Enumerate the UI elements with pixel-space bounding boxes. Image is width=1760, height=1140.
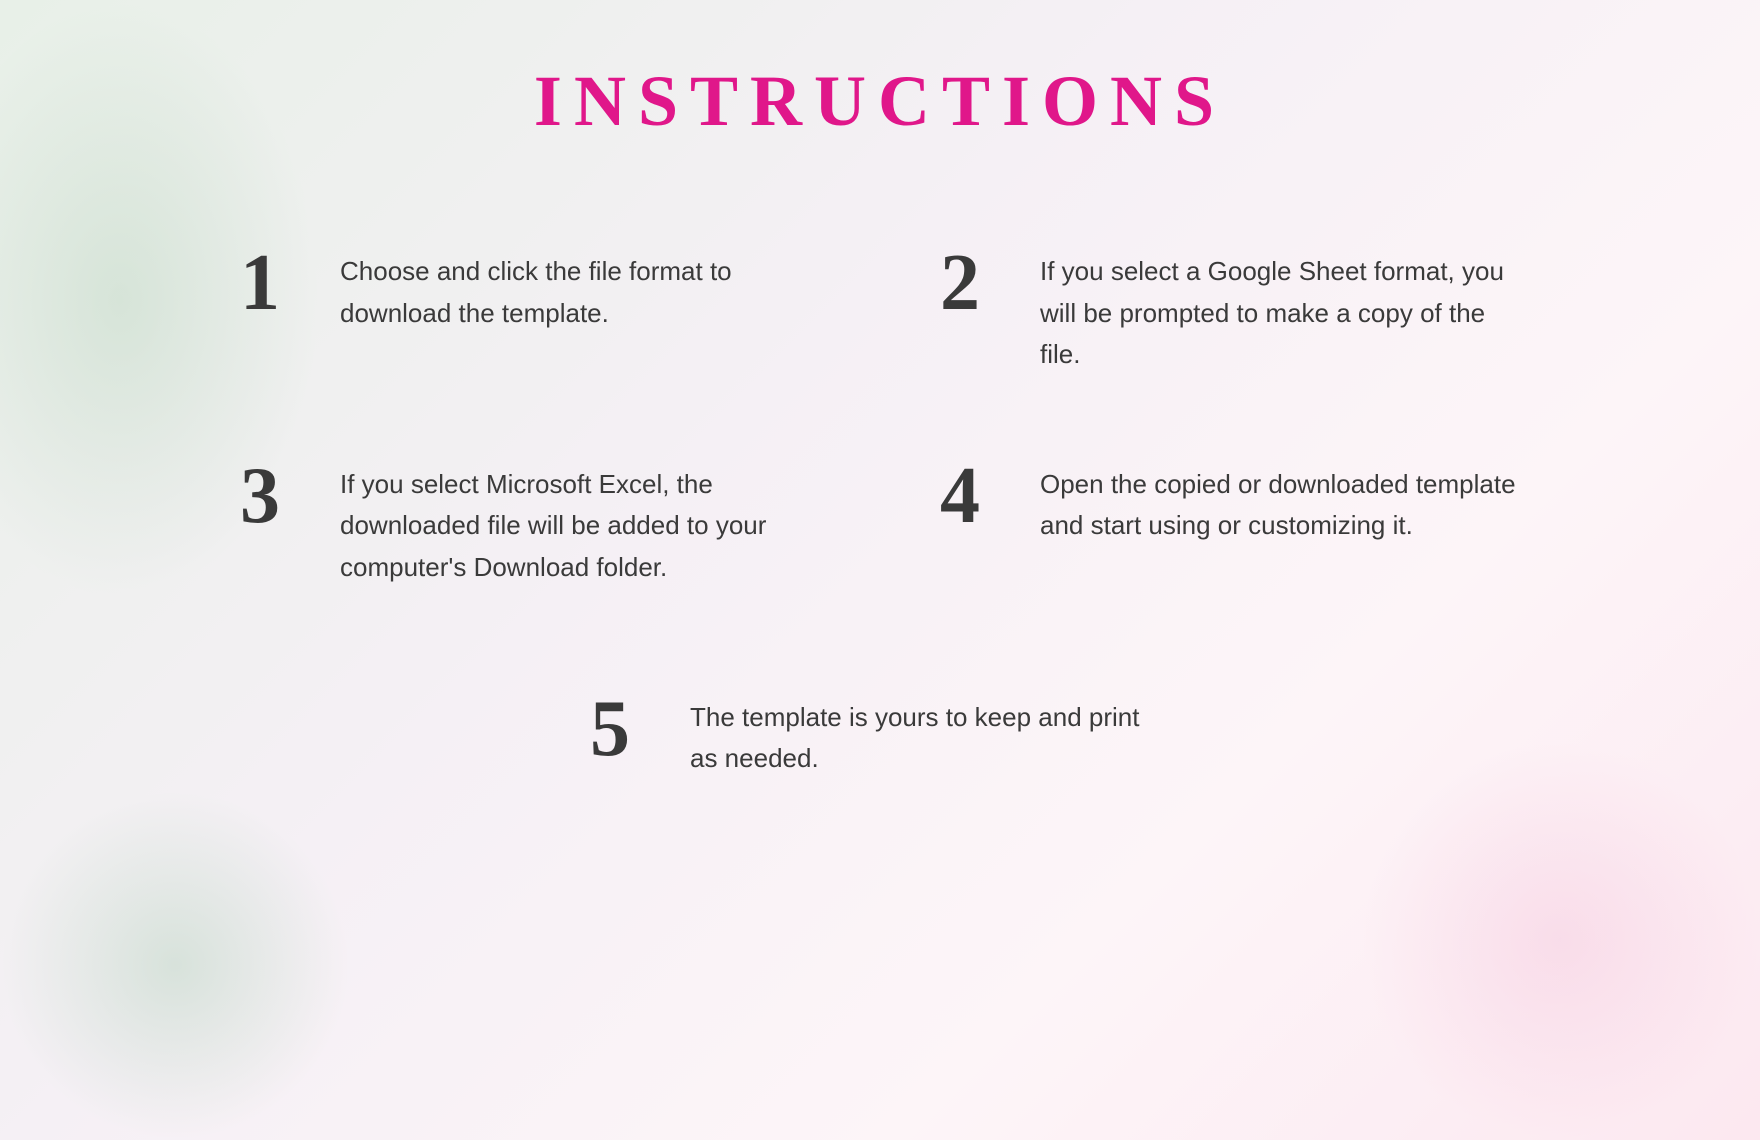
step-2: 2 If you select a Google Sheet format, y… [880,203,1580,416]
step-2-number: 2 [940,243,1010,323]
step-4: 4 Open the copied or downloaded template… [880,416,1580,629]
step-2-text: If you select a Google Sheet format, you… [1040,243,1520,376]
step-5: 5 The template is yours to keep and prin… [530,649,1230,820]
steps-grid: 1 Choose and click the file format to do… [180,203,1580,629]
step-4-text: Open the copied or downloaded template a… [1040,456,1520,547]
step-5-number: 5 [590,689,660,769]
step-3-number: 3 [240,456,310,536]
step-5-text: The template is yours to keep and print … [690,689,1170,780]
step-3: 3 If you select Microsoft Excel, the dow… [180,416,880,629]
step-1-number: 1 [240,243,310,323]
step-1-text: Choose and click the file format to down… [340,243,820,334]
step-5-row: 5 The template is yours to keep and prin… [180,649,1580,820]
page-title: INSTRUCTIONS [534,60,1226,143]
step-1: 1 Choose and click the file format to do… [180,203,880,416]
page-container: INSTRUCTIONS 1 Choose and click the file… [0,0,1760,1140]
step-3-text: If you select Microsoft Excel, the downl… [340,456,820,589]
step-4-number: 4 [940,456,1010,536]
